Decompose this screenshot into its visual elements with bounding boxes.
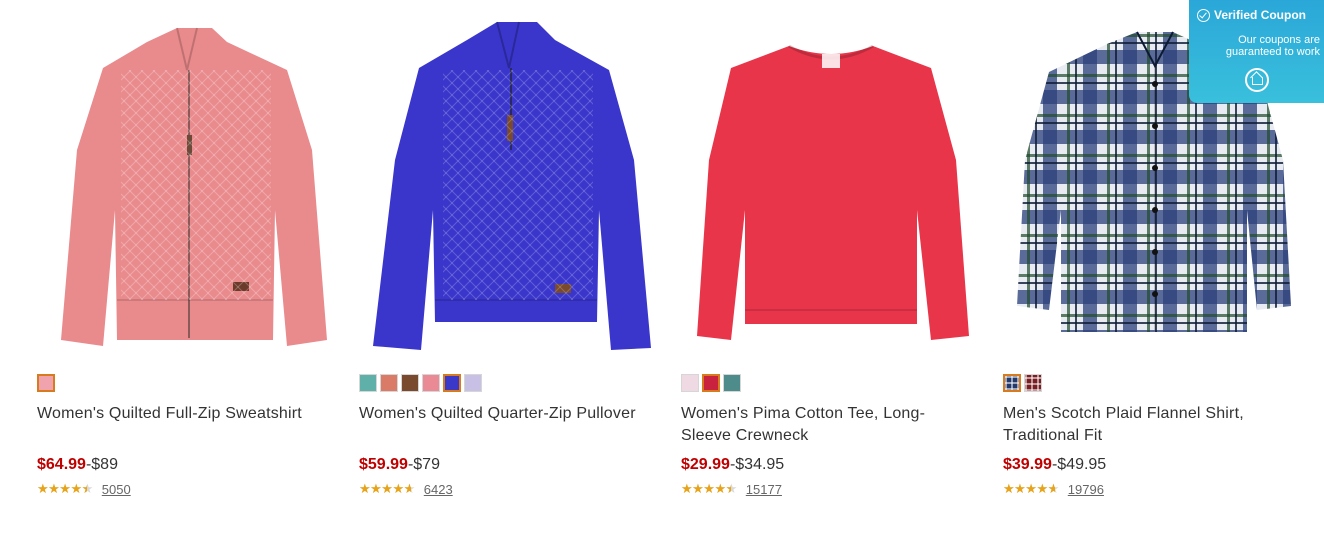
review-count-link[interactable]: 6423 [424, 482, 453, 497]
color-swatch[interactable] [464, 374, 482, 392]
verified-coupon-badge[interactable]: Verified Coupon Our coupons are guarante… [1189, 0, 1324, 103]
check-circle-icon [1197, 8, 1210, 22]
review-count-link[interactable]: 19796 [1068, 482, 1104, 497]
color-swatch[interactable] [359, 374, 377, 392]
tee-image [697, 44, 969, 340]
rating: ★★★★★ ★★★★★ 6423 [359, 481, 453, 497]
color-swatch[interactable] [702, 374, 720, 392]
color-swatches [681, 374, 741, 396]
price: $39.99-$49.95 [1003, 455, 1106, 475]
color-swatch[interactable] [37, 374, 55, 392]
review-count-link[interactable]: 5050 [102, 482, 131, 497]
color-swatches [1003, 374, 1042, 396]
regular-price: -$34.95 [729, 456, 785, 473]
color-swatch[interactable] [422, 374, 440, 392]
product-image-pima-cotton-tee[interactable] [681, 10, 981, 360]
regular-price: -$49.95 [1051, 456, 1107, 473]
sweatshirt-image [61, 27, 327, 346]
color-swatch[interactable] [681, 374, 699, 392]
coupon-title: Verified Coupon [1197, 8, 1306, 22]
product-name[interactable]: Women's Pima Cotton Tee, Long-Sleeve Cre… [681, 403, 971, 447]
star-rating: ★★★★★ ★★★★★ [37, 481, 93, 496]
product-image-quarter-zip-pullover[interactable] [359, 10, 659, 360]
color-swatches [359, 374, 482, 396]
price: $29.99-$34.95 [681, 455, 784, 475]
rating: ★★★★★ ★★★★★ 15177 [681, 481, 782, 497]
pullover-image [373, 21, 651, 350]
color-swatch[interactable] [401, 374, 419, 392]
coupon-title-text: Verified Coupon [1214, 8, 1307, 22]
review-count-link[interactable]: 15177 [746, 482, 782, 497]
sale-price: $64.99 [37, 456, 86, 473]
rating: ★★★★★ ★★★★★ 5050 [37, 481, 131, 497]
sale-price: $29.99 [681, 456, 730, 473]
star-rating: ★★★★★ ★★★★★ [359, 481, 415, 496]
star-rating: ★★★★★ ★★★★★ [681, 481, 737, 496]
star-rating: ★★★★★ ★★★★★ [1003, 481, 1059, 496]
color-swatch[interactable] [443, 374, 461, 392]
sale-price: $39.99 [1003, 456, 1052, 473]
regular-price: -$89 [85, 456, 118, 473]
price: $59.99-$79 [359, 455, 440, 475]
product-name[interactable]: Men's Scotch Plaid Flannel Shirt, Tradit… [1003, 403, 1293, 447]
color-swatch[interactable] [1003, 374, 1021, 392]
product-name[interactable]: Women's Quilted Full-Zip Sweatshirt [37, 403, 327, 425]
color-swatch[interactable] [723, 374, 741, 392]
color-swatches [37, 374, 55, 396]
product-image-full-zip-sweatshirt[interactable] [37, 10, 337, 360]
price: $64.99-$89 [37, 455, 118, 475]
product-name[interactable]: Women's Quilted Quarter-Zip Pullover [359, 403, 649, 425]
color-swatch[interactable] [380, 374, 398, 392]
coupon-subtitle: Our coupons are guaranteed to work [1225, 34, 1320, 58]
home-logo-icon [1245, 68, 1269, 92]
regular-price: -$79 [407, 456, 440, 473]
sale-price: $59.99 [359, 456, 408, 473]
rating: ★★★★★ ★★★★★ 19796 [1003, 481, 1104, 497]
color-swatch[interactable] [1024, 374, 1042, 392]
product-grid: Women's Quilted Full-Zip Sweatshirt $64.… [0, 0, 1324, 553]
